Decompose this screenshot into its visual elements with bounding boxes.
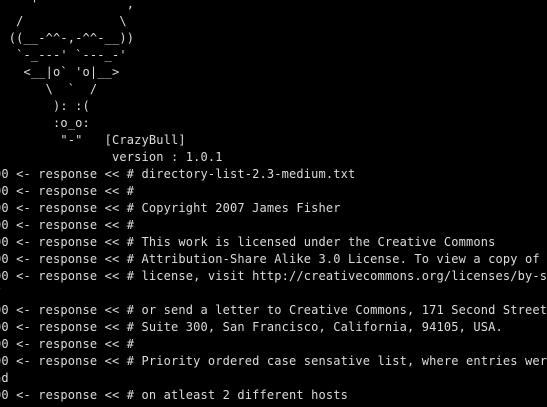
terminal-output-line: 00 <- response << # Priority ordered cas… (0, 354, 547, 368)
terminal-output-line: 00 <- response << # license, visit http:… (0, 269, 547, 283)
terminal-output-line: 00 <- response << # Copyright 2007 James… (0, 201, 341, 215)
ascii-art-line: :o_o: (0, 116, 90, 130)
terminal-output-line: 00 <- response << # (0, 218, 135, 232)
terminal-output-line: 00 <- response << # This work is license… (0, 235, 496, 249)
terminal-output-line: nd (0, 371, 9, 385)
ascii-art-line: ' , (0, 0, 135, 11)
terminal-output-line: 00 <- response << # on atleast 2 differe… (0, 388, 348, 402)
ascii-art-line: ): :( (0, 99, 90, 113)
terminal-output-line: 00 <- response << # or send a letter to … (0, 303, 547, 317)
terminal-output-line: 00 <- response << # Suite 300, San Franc… (0, 320, 503, 334)
terminal-output-line: 00 <- response << # Attribution-Share Al… (0, 252, 547, 266)
ascii-art-line: \ ` / (0, 82, 98, 96)
ascii-art-line: version : 1.0.1 (0, 150, 223, 164)
terminal-output-line: 00 <- response << # (0, 184, 135, 198)
ascii-art-line: <__|o` 'o|__> (0, 65, 120, 79)
ascii-art-line: ((__-^^-,-^^-__)) (0, 31, 135, 45)
terminal-output: ' , / \ ((__-^^-,-^^-__)) `-_---' `---_-… (0, 0, 547, 404)
ascii-art-line: / \ (0, 14, 127, 28)
terminal-output-line: / (0, 285, 547, 302)
terminal-window[interactable]: ' , / \ ((__-^^-,-^^-__)) `-_---' `---_-… (0, 0, 547, 407)
ascii-art-line: "-" [CrazyBull] (0, 133, 186, 147)
terminal-output-line: 00 <- response << # (0, 337, 135, 351)
ascii-art-line: `-_---' `---_-' (0, 48, 127, 62)
terminal-output-line: 00 <- response << # directory-list-2.3-m… (0, 167, 356, 181)
